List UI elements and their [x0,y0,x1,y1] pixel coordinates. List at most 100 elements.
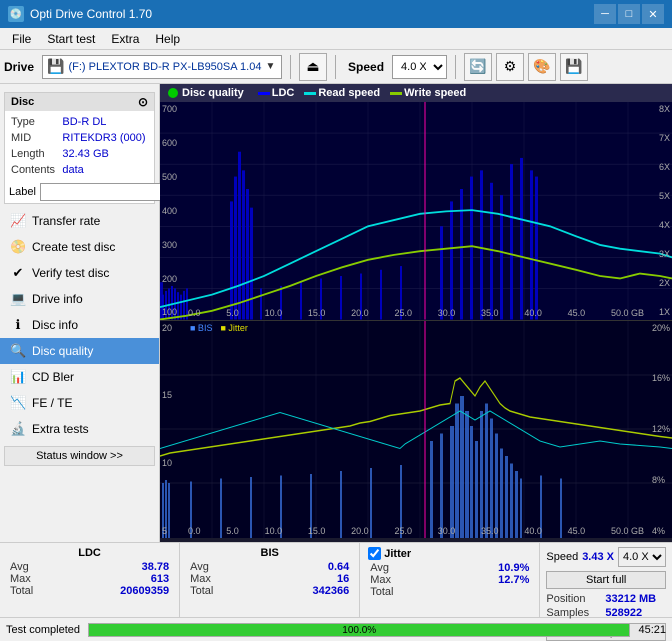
minimize-button[interactable]: ─ [594,4,616,24]
start-full-button[interactable]: Start full [546,571,666,589]
verify-test-icon: ✔ [10,265,26,281]
samples-value: 528922 [605,607,642,619]
jitter-max-value: 12.7% [498,574,529,586]
ldc-color [258,92,270,95]
mid-value: RITEKDR3 (000) [60,131,150,145]
sidebar-item-cd-bler[interactable]: 📊 CD Bler [0,364,159,390]
jitter-max-label: Max [370,574,391,586]
fe-te-icon: 📉 [10,395,26,411]
bis-legend: ■ BIS [190,323,212,333]
charts-wrapper: 8X7X6X5X4X3X2X1X 700600500400300200100 0… [160,102,672,538]
progress-bar: 100.0% [88,623,630,637]
avg-label: Avg [10,561,29,573]
stats-bar: LDC Avg 38.78 Max 613 Total 20609359 BIS… [0,542,672,617]
jitter-total-row: Total [368,586,531,598]
disc-quality-icon: 🔍 [10,343,26,359]
refresh-button[interactable]: 🔄 [464,53,492,81]
bis-total-value: 342366 [313,585,350,597]
jitter-stats-col: Jitter Avg 10.9% Max 12.7% Total [360,543,540,617]
sidebar-item-verify-test-disc[interactable]: ✔ Verify test disc [0,260,159,286]
cd-bler-icon: 📊 [10,369,26,385]
legend-ldc: LDC [258,87,295,99]
menu-extra[interactable]: Extra [103,30,147,48]
eject-button[interactable]: ⏏ [299,53,327,81]
drive-dropdown-arrow: ▼ [265,61,275,72]
status-time: 45:21 [638,624,666,636]
jitter-avg-row: Avg 10.9% [368,562,531,574]
disc-length-row: Length 32.43 GB [9,147,150,161]
speed-label: Speed [348,60,384,74]
progress-text: 100.0% [89,624,629,638]
jitter-total-label: Total [370,586,393,598]
ldc-header: LDC [8,547,171,559]
disc-header-icon: ⊙ [138,95,148,109]
position-row: Position 33212 MB [546,593,666,605]
bis-max-label: Max [190,573,211,585]
sidebar-item-disc-quality[interactable]: 🔍 Disc quality [0,338,159,364]
menu-help[interactable]: Help [147,30,188,48]
sidebar-item-disc-info[interactable]: ℹ Disc info [0,312,159,338]
drive-info-label: Drive info [32,292,83,306]
position-label: Position [546,593,601,605]
chart-bottom: ■ BIS ■ Jitter [160,321,672,539]
chart-top: 8X7X6X5X4X3X2X1X 700600500400300200100 0… [160,102,672,321]
close-button[interactable]: ✕ [642,4,664,24]
cd-bler-label: CD Bler [32,370,74,384]
speed-stat-select[interactable]: 4.0 X 2.0 X [618,547,666,567]
jitter-checkbox-label[interactable]: Jitter [368,547,531,560]
status-window-button[interactable]: Status window >> [4,446,155,466]
length-label: Length [9,147,58,161]
chart-bottom-svg [160,321,672,539]
jitter-avg-value: 10.9% [498,562,529,574]
ldc-max-row: Max 613 [8,573,171,585]
speed-select[interactable]: 4.0 X 2.0 X 1.0 X [392,55,447,79]
sidebar-item-drive-info[interactable]: 💻 Drive info [0,286,159,312]
disc-quality-label: Disc quality [32,344,93,358]
maximize-button[interactable]: □ [618,4,640,24]
bis-max-row: Max 16 [188,573,351,585]
jitter-legend: ■ Jitter [220,323,247,333]
ldc-avg-value: 38.78 [142,561,170,573]
sidebar-item-extra-tests[interactable]: 🔬 Extra tests [0,416,159,442]
position-value: 33212 MB [605,593,656,605]
disc-label-row: Label ♻ [5,181,154,203]
jitter-checkbox[interactable] [368,547,381,560]
jitter-header: Jitter [368,547,531,560]
ldc-stats-col: LDC Avg 38.78 Max 613 Total 20609359 [0,543,180,617]
contents-label: Contents [9,163,58,177]
main-area: Disc ⊙ Type BD-R DL MID RITEKDR3 (000) L… [0,84,672,542]
label-text: Label [9,186,36,198]
bis-stats-col: BIS Avg 0.64 Max 16 Total 342366 [180,543,360,617]
chart-title: Disc quality [182,87,244,99]
transfer-rate-icon: 📈 [10,213,26,229]
disc-type-row: Type BD-R DL [9,115,150,129]
settings-button[interactable]: ⚙ [496,53,524,81]
speed-stat-label: Speed [546,551,578,563]
chart-top-svg [160,102,672,320]
sidebar-item-fe-te[interactable]: 📉 FE / TE [0,390,159,416]
toolbar-separator-2 [335,55,336,79]
sidebar: Disc ⊙ Type BD-R DL MID RITEKDR3 (000) L… [0,84,160,542]
menu-bar: File Start test Extra Help [0,28,672,50]
color-button[interactable]: 🎨 [528,53,556,81]
total-label: Total [10,585,33,597]
bis-header: BIS [188,547,351,559]
disc-info-icon: ℹ [10,317,26,333]
mid-label: MID [9,131,58,145]
drive-selector[interactable]: 💾 (F:) PLEXTOR BD-R PX-LB950SA 1.04 ▼ [42,55,282,79]
sidebar-item-transfer-rate[interactable]: 📈 Transfer rate [0,208,159,234]
menu-start-test[interactable]: Start test [39,30,103,48]
bis-max-value: 16 [337,573,349,585]
legend-read-speed: Read speed [304,87,380,99]
ldc-total-row: Total 20609359 [8,585,171,597]
toolbar-separator-1 [290,55,291,79]
disc-info-section: Disc ⊙ Type BD-R DL MID RITEKDR3 (000) L… [4,92,155,204]
disc-section-header: Disc ⊙ [5,93,154,111]
jitter-max-row: Max 12.7% [368,574,531,586]
chart-dot [168,88,178,98]
menu-file[interactable]: File [4,30,39,48]
sidebar-item-create-test-disc[interactable]: 📀 Create test disc [0,234,159,260]
type-value: BD-R DL [60,115,150,129]
save-button[interactable]: 💾 [560,53,588,81]
ldc-total-value: 20609359 [120,585,169,597]
